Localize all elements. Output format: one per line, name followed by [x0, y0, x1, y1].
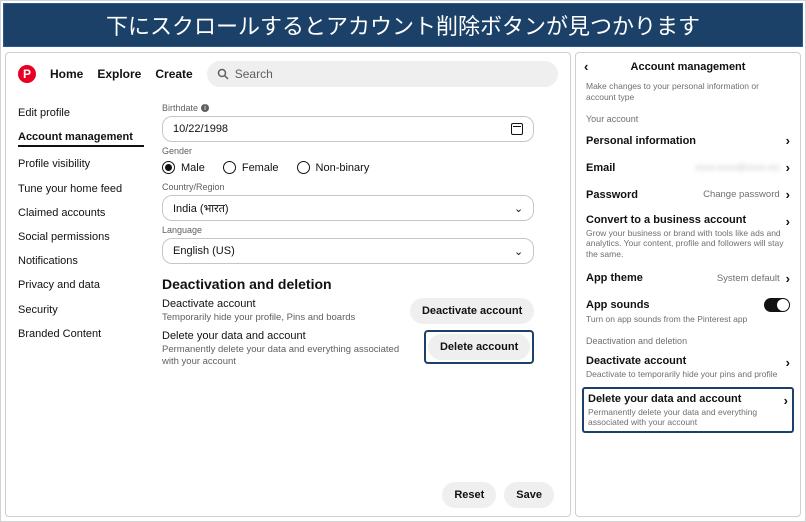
deactivate-sub: Temporarily hide your profile, Pins and … [162, 312, 400, 324]
chevron-right-icon: › [786, 187, 790, 202]
chevron-right-icon: › [786, 355, 790, 370]
radio-icon [297, 161, 310, 174]
nav-home[interactable]: Home [50, 67, 83, 81]
instruction-banner: 下にスクロールするとアカウント削除ボタンが見つかります [3, 3, 803, 47]
chevron-down-icon: ⌄ [514, 202, 523, 215]
main-form: Birthdate i 10/22/1998 Gender Male [162, 99, 558, 510]
gender-label: Gender [162, 146, 558, 156]
email-value-blurred: xxxxx.xxxxx@xxxxx.xxx [695, 163, 780, 172]
chevron-right-icon: › [784, 393, 788, 408]
delete-highlight: Delete account [424, 330, 534, 364]
chevron-right-icon: › [786, 214, 790, 229]
calendar-icon[interactable] [511, 123, 523, 135]
mobile-title: Account management [631, 61, 746, 73]
birthdate-input[interactable]: 10/22/1998 [162, 116, 534, 142]
chevron-right-icon: › [786, 133, 790, 148]
country-value: India (भारत) [173, 201, 229, 216]
row-email[interactable]: Email xxxxx.xxxxx@xxxxx.xxx› [576, 154, 800, 181]
gender-option-male[interactable]: Male [162, 161, 205, 174]
sidebar-item-privacy-data[interactable]: Privacy and data [18, 279, 144, 292]
sidebar-item-security[interactable]: Security [18, 304, 144, 317]
mobile-header: ‹ Account management [576, 53, 800, 81]
gender-option-non-binary[interactable]: Non-binary [297, 161, 370, 174]
mobile-delete-sub: Permanently delete your data and everyth… [588, 407, 778, 427]
delete-sub: Permanently delete your data and everyth… [162, 344, 414, 368]
radio-icon [162, 161, 175, 174]
delete-account-button[interactable]: Delete account [428, 334, 530, 360]
sidebar-item-account-management[interactable]: Account management [18, 131, 144, 147]
nav-explore[interactable]: Explore [97, 67, 141, 81]
radio-icon [223, 161, 236, 174]
settings-sidebar: Edit profile Account management Profile … [18, 99, 144, 510]
row-password[interactable]: Password Change password› [576, 181, 800, 208]
mobile-deact-section-label: Deactivation and deletion [576, 330, 800, 349]
language-label: Language [162, 225, 558, 235]
mobile-pane: ‹ Account management Make changes to you… [575, 52, 801, 517]
back-icon[interactable]: ‹ [584, 59, 588, 74]
top-bar: P Home Explore Create Search [6, 53, 570, 91]
search-input[interactable]: Search [207, 61, 558, 87]
row-convert-business[interactable]: Convert to a business account Grow your … [576, 208, 800, 265]
deactivate-heading: Deactivate account [162, 298, 400, 310]
gender-option-female[interactable]: Female [223, 161, 279, 174]
mobile-deactivate-heading: Deactivate account [586, 355, 786, 367]
mobile-deactivate-sub: Deactivate to temporarily hide your pins… [586, 369, 786, 379]
reset-button[interactable]: Reset [442, 482, 496, 508]
birthdate-label: Birthdate i [162, 103, 558, 113]
save-button[interactable]: Save [504, 482, 554, 508]
mobile-intro: Make changes to your personal informatio… [576, 81, 800, 108]
language-value: English (US) [173, 245, 235, 257]
chevron-right-icon: › [786, 271, 790, 286]
sidebar-item-branded-content[interactable]: Branded Content [18, 328, 144, 341]
delete-heading: Delete your data and account [162, 330, 414, 342]
chevron-right-icon: › [786, 160, 790, 175]
row-app-sounds[interactable]: App sounds [576, 292, 800, 314]
mobile-delete-heading: Delete your data and account [588, 393, 778, 405]
nav-create[interactable]: Create [155, 67, 192, 81]
app-theme-value: System default [717, 273, 780, 284]
sidebar-item-claimed-accounts[interactable]: Claimed accounts [18, 207, 144, 220]
sidebar-item-profile-visibility[interactable]: Profile visibility [18, 158, 144, 171]
search-icon [217, 68, 229, 80]
sidebar-item-notifications[interactable]: Notifications [18, 255, 144, 268]
search-placeholder: Search [235, 67, 273, 81]
language-select[interactable]: English (US) ⌄ [162, 238, 534, 264]
row-app-theme[interactable]: App theme System default› [576, 265, 800, 292]
chevron-down-icon: ⌄ [514, 245, 523, 258]
birthdate-value: 10/22/1998 [173, 123, 228, 135]
deactivate-account-button[interactable]: Deactivate account [410, 298, 534, 324]
info-icon[interactable]: i [201, 104, 209, 112]
row-personal-information[interactable]: Personal information › [576, 127, 800, 154]
gender-radio-group: Male Female Non-binary [162, 159, 558, 178]
convert-sub: Grow your business or brand with tools l… [586, 228, 786, 259]
row-deactivate-account[interactable]: Deactivate account Deactivate to tempora… [576, 349, 800, 385]
mobile-delete-highlight: Delete your data and account Permanently… [582, 387, 794, 433]
delete-row: Delete your data and account Permanently… [162, 330, 534, 368]
deactivation-section-title: Deactivation and deletion [162, 276, 558, 292]
desktop-pane: P Home Explore Create Search Edit profil… [5, 52, 571, 517]
pinterest-logo-icon[interactable]: P [18, 65, 36, 83]
app-sounds-sub: Turn on app sounds from the Pinterest ap… [576, 314, 800, 330]
sidebar-item-edit-profile[interactable]: Edit profile [18, 107, 144, 120]
convert-heading: Convert to a business account [586, 214, 786, 226]
sidebar-item-tune-home-feed[interactable]: Tune your home feed [18, 183, 144, 196]
country-select[interactable]: India (भारत) ⌄ [162, 195, 534, 221]
password-value: Change password [703, 189, 780, 200]
your-account-label: Your account [576, 108, 800, 127]
sidebar-item-social-permissions[interactable]: Social permissions [18, 231, 144, 244]
deactivate-row: Deactivate account Temporarily hide your… [162, 298, 534, 324]
footer-buttons: Reset Save [442, 482, 554, 508]
row-delete-data-account[interactable]: Delete your data and account Permanently… [588, 393, 788, 427]
country-label: Country/Region [162, 182, 558, 192]
app-sounds-toggle[interactable] [764, 298, 790, 312]
